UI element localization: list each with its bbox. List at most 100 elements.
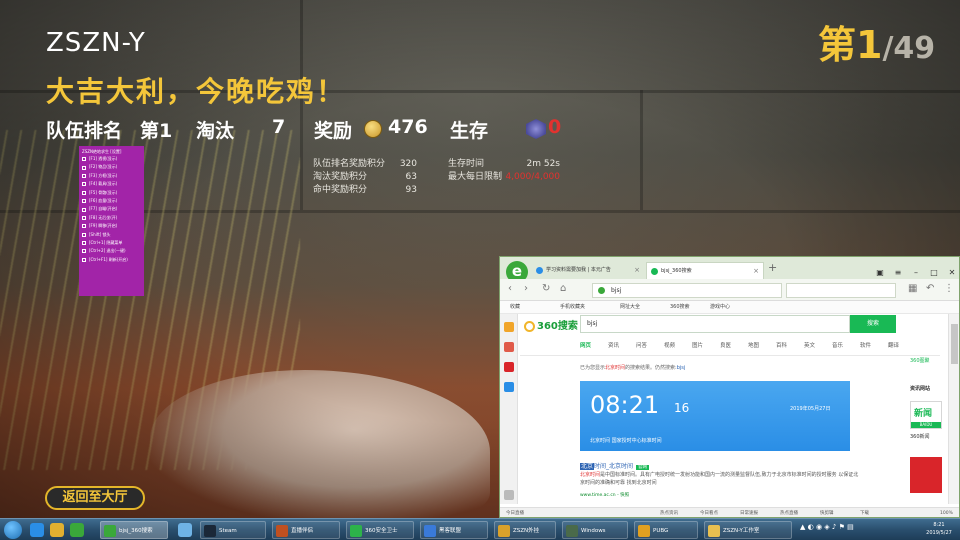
status-item[interactable]: 今日直播 xyxy=(506,508,524,517)
task-label: ZSZN外挂 xyxy=(513,528,540,534)
search-tab[interactable]: 音乐 xyxy=(832,341,843,349)
search-logo[interactable]: 360搜索 xyxy=(524,317,578,332)
taskbar-item[interactable]: ZSZN外挂 xyxy=(494,521,556,539)
mod-menu-item[interactable]: [F5] 骨骼(显示) xyxy=(82,189,141,197)
taskbar-item[interactable]: bjsj_360搜索 xyxy=(100,521,168,539)
status-item[interactable]: 热点资讯 xyxy=(660,508,678,517)
quick-launch-ie-icon[interactable] xyxy=(30,523,44,537)
mod-menu-item[interactable]: [F4] 载具(显示) xyxy=(82,180,141,188)
back-to-lobby-button[interactable]: 返回至大厅 xyxy=(45,486,145,510)
browser-tab[interactable]: 学习资料需要加我 | 本元广告 × xyxy=(532,262,644,279)
mod-menu-item[interactable]: [F6] 血量(显示) xyxy=(82,197,141,205)
taskbar-item[interactable]: Windows xyxy=(562,521,628,539)
extensions-icon[interactable]: ▦ xyxy=(908,283,917,294)
mod-menu[interactable]: ZSZN绝地求生 [设置] [F1] 透视(显示) [F2] 物品(显示) [F3]… xyxy=(79,146,144,296)
taskbar-clock[interactable]: 8:21 2019/5/27 xyxy=(922,521,956,537)
search-tab[interactable]: 问答 xyxy=(636,341,647,349)
browser-sidebar xyxy=(500,314,518,504)
search-tab[interactable]: 资讯 xyxy=(608,341,619,349)
checkbox-icon xyxy=(82,257,86,262)
mod-menu-item[interactable]: [Ctrl+1] 隐藏菜单 xyxy=(82,239,141,247)
checkbox-icon xyxy=(82,241,86,246)
news-card[interactable]: 新闻 BAIDU xyxy=(910,401,942,429)
sidebar-notes-icon[interactable] xyxy=(504,342,514,352)
reward-label: 奖励 xyxy=(314,120,353,142)
sidebar-doc-icon[interactable] xyxy=(504,382,514,392)
mod-menu-item[interactable]: [Shift] 锁头 xyxy=(82,231,141,239)
sidebar-weibo-icon[interactable] xyxy=(504,362,514,372)
status-item[interactable]: 日常速报 xyxy=(740,508,758,517)
forward-icon[interactable]: › xyxy=(524,283,528,294)
zoom-level[interactable]: 100% xyxy=(940,508,953,517)
cloud-icon[interactable] xyxy=(178,523,192,537)
favorites-item[interactable]: 360搜索 xyxy=(670,301,690,314)
search-tab[interactable]: 良医 xyxy=(720,341,731,349)
browser-tab-active[interactable]: bjsj_360搜索 × xyxy=(646,262,764,279)
result-title[interactable]: 北京时间_北京时间 官网 xyxy=(580,461,650,470)
quick-launch-media-icon[interactable] xyxy=(70,523,84,537)
search-input[interactable]: bjsj xyxy=(580,315,850,333)
news-caption[interactable]: 360新闻 xyxy=(910,433,930,440)
search-tab[interactable]: 翻译 xyxy=(888,341,899,349)
mod-menu-item[interactable]: [F2] 物品(显示) xyxy=(82,163,141,171)
mod-menu-item[interactable]: [F7] 自瞄(开启) xyxy=(82,205,141,213)
search-tab[interactable]: 视频 xyxy=(664,341,675,349)
close-icon[interactable]: × xyxy=(634,262,640,279)
reload-icon[interactable]: ↻ xyxy=(542,283,550,294)
mod-menu-item[interactable]: [F1] 透视(显示) xyxy=(82,155,141,163)
mod-menu-item[interactable]: [Ctrl+F1] 刷新(开启) xyxy=(82,256,141,264)
search-button[interactable]: 搜索 xyxy=(850,315,896,333)
app-icon xyxy=(424,525,436,537)
sidebar-star-icon[interactable] xyxy=(504,322,514,332)
status-item[interactable]: 快剪辑 xyxy=(820,508,834,517)
taskbar-item[interactable]: ZSZN-Y工作室 xyxy=(704,521,792,539)
skin-icon[interactable]: ▣ xyxy=(873,267,887,279)
search-tab[interactable]: 软件 xyxy=(860,341,871,349)
browser-search-box[interactable] xyxy=(786,283,896,298)
mod-menu-item[interactable]: [F3] 方框(显示) xyxy=(82,172,141,180)
search-tab[interactable]: 图片 xyxy=(692,341,703,349)
right-panel-title[interactable]: 360图聚 xyxy=(910,357,930,364)
undo-icon[interactable]: ↶ xyxy=(926,283,934,294)
taskbar-item[interactable]: 黑客联盟 xyxy=(420,521,488,539)
search-tab[interactable]: 英文 xyxy=(804,341,815,349)
search-tab[interactable]: 网页 xyxy=(580,341,591,349)
scrollbar-thumb[interactable] xyxy=(951,324,958,364)
address-bar[interactable]: bjsj xyxy=(592,283,782,298)
close-icon[interactable]: × xyxy=(753,263,759,279)
folder-icon xyxy=(708,525,720,537)
taskbar-item[interactable]: PUBG xyxy=(634,521,698,539)
favorites-item[interactable]: 游戏中心 xyxy=(710,301,730,314)
maximize-icon[interactable]: □ xyxy=(927,267,941,279)
result-url[interactable]: www.time.ac.cn - 快照 xyxy=(580,492,629,498)
status-item[interactable]: 下载 xyxy=(860,508,869,517)
sidebar-add-icon[interactable] xyxy=(504,490,514,500)
system-tray[interactable]: ▲ ◐ ◉ ◈ ♪ ⚑ ▤ xyxy=(800,523,854,531)
ad-card[interactable] xyxy=(910,457,942,493)
mod-menu-item[interactable]: [Ctrl+2] 退出(一键) xyxy=(82,247,141,255)
home-icon[interactable]: ⌂ xyxy=(560,283,566,294)
taskbar-item[interactable]: 360安全卫士 xyxy=(346,521,414,539)
favorites-item[interactable]: 网址大全 xyxy=(620,301,640,314)
note-link[interactable]: bjsj xyxy=(677,365,686,371)
new-tab-icon[interactable]: + xyxy=(768,261,777,274)
mod-menu-item[interactable]: [F9] 瞬移(开启) xyxy=(82,222,141,230)
search-tab[interactable]: 百科 xyxy=(776,341,787,349)
menu-icon[interactable]: ≡ xyxy=(891,267,905,279)
quick-launch-folder-icon[interactable] xyxy=(50,523,64,537)
favorites-item[interactable]: 收藏 xyxy=(510,301,520,314)
mod-menu-item[interactable]: [F8] 无后坐(开) xyxy=(82,214,141,222)
status-item[interactable]: 今日看点 xyxy=(700,508,718,517)
status-item[interactable]: 热点直播 xyxy=(780,508,798,517)
time-widget[interactable]: 08:21 16 2019年05月27日 北京时间 国家授时中心标准时间 xyxy=(580,381,850,451)
scrollbar[interactable] xyxy=(948,314,959,504)
back-icon[interactable]: ‹ xyxy=(508,283,512,294)
taskbar-item[interactable]: 直播伴侣 xyxy=(272,521,340,539)
minimize-icon[interactable]: – xyxy=(909,267,923,279)
search-tab[interactable]: 地图 xyxy=(748,341,759,349)
start-button[interactable] xyxy=(4,521,22,539)
taskbar-item[interactable]: Steam xyxy=(200,521,266,539)
close-window-icon[interactable]: ✕ xyxy=(945,267,959,279)
favorites-item[interactable]: 手机收藏夹 xyxy=(560,301,585,314)
more-icon[interactable]: ⋮ xyxy=(944,283,954,294)
